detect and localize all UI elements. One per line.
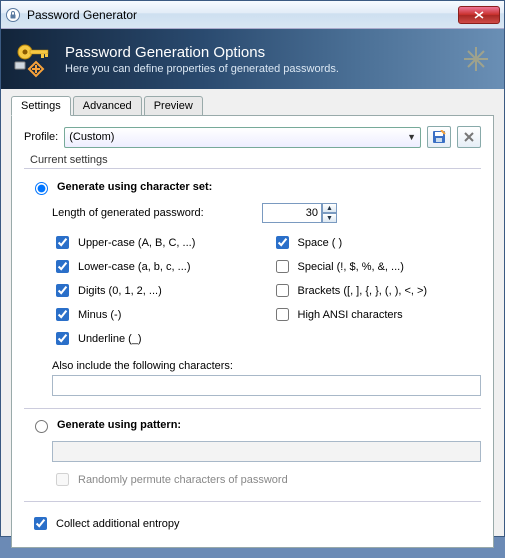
chk-minus[interactable] xyxy=(56,308,69,321)
chk-permute-label: Randomly permute characters of password xyxy=(78,474,288,486)
window-title: Password Generator xyxy=(27,8,458,22)
chk-lower[interactable] xyxy=(56,260,69,273)
chk-upper-label: Upper-case (A, B, C, ...) xyxy=(78,237,195,249)
chk-underline[interactable] xyxy=(56,332,69,345)
length-spinner: ▲ ▼ xyxy=(262,203,337,223)
spinner-up[interactable]: ▲ xyxy=(322,203,337,213)
header-title: Password Generation Options xyxy=(65,44,339,61)
titlebar: Password Generator xyxy=(1,1,504,29)
chk-digits[interactable] xyxy=(56,284,69,297)
tab-panel-settings: Profile: (Custom) ▼ Current settings Gen… xyxy=(11,115,494,548)
chk-brackets[interactable] xyxy=(276,284,289,297)
also-include-label: Also include the following characters: xyxy=(52,360,481,372)
radio-charset[interactable] xyxy=(35,182,48,195)
chk-minus-label: Minus (-) xyxy=(78,309,121,321)
profile-value: (Custom) xyxy=(69,131,114,143)
tab-advanced[interactable]: Advanced xyxy=(73,96,142,116)
current-settings-label: Current settings xyxy=(30,154,481,166)
chk-special-label: Special (!, $, %, &, ...) xyxy=(298,261,404,273)
radio-charset-label: Generate using character set: xyxy=(57,181,212,193)
radio-pattern-label: Generate using pattern: xyxy=(57,419,181,431)
chk-highansi[interactable] xyxy=(276,308,289,321)
chk-special[interactable] xyxy=(276,260,289,273)
length-label: Length of generated password: xyxy=(52,207,252,219)
app-lock-icon xyxy=(5,7,21,23)
spinner-down[interactable]: ▼ xyxy=(322,213,337,223)
chk-permute xyxy=(56,473,69,486)
profile-dropdown[interactable]: (Custom) ▼ xyxy=(64,127,421,148)
pattern-input xyxy=(52,441,481,462)
delete-profile-button[interactable] xyxy=(457,126,481,148)
window: Password Generator Password Generation O… xyxy=(0,0,505,537)
chevron-down-icon: ▼ xyxy=(407,132,416,142)
key-icon xyxy=(13,38,55,80)
tab-preview[interactable]: Preview xyxy=(144,96,203,116)
header-deco-icon xyxy=(460,43,492,80)
radio-pattern[interactable] xyxy=(35,420,48,433)
header-banner: Password Generation Options Here you can… xyxy=(1,29,504,89)
chk-collect-entropy-label: Collect additional entropy xyxy=(56,518,180,530)
tab-strip: Settings Advanced Preview xyxy=(11,96,494,116)
chk-digits-label: Digits (0, 1, 2, ...) xyxy=(78,285,162,297)
save-profile-button[interactable] xyxy=(427,126,451,148)
chk-lower-label: Lower-case (a, b, c, ...) xyxy=(78,261,190,273)
header-subtitle: Here you can define properties of genera… xyxy=(65,63,339,75)
chk-highansi-label: High ANSI characters xyxy=(298,309,403,321)
chk-underline-label: Underline (_) xyxy=(78,333,142,345)
chk-brackets-label: Brackets ([, ], {, }, (, ), <, >) xyxy=(298,285,428,297)
chk-space[interactable] xyxy=(276,236,289,249)
chk-collect-entropy[interactable] xyxy=(34,517,47,530)
chk-space-label: Space ( ) xyxy=(298,237,343,249)
length-input[interactable] xyxy=(262,203,322,223)
profile-label: Profile: xyxy=(24,131,58,143)
also-include-input[interactable] xyxy=(52,375,481,396)
close-button[interactable] xyxy=(458,6,500,24)
tab-settings[interactable]: Settings xyxy=(11,96,71,116)
chk-upper[interactable] xyxy=(56,236,69,249)
